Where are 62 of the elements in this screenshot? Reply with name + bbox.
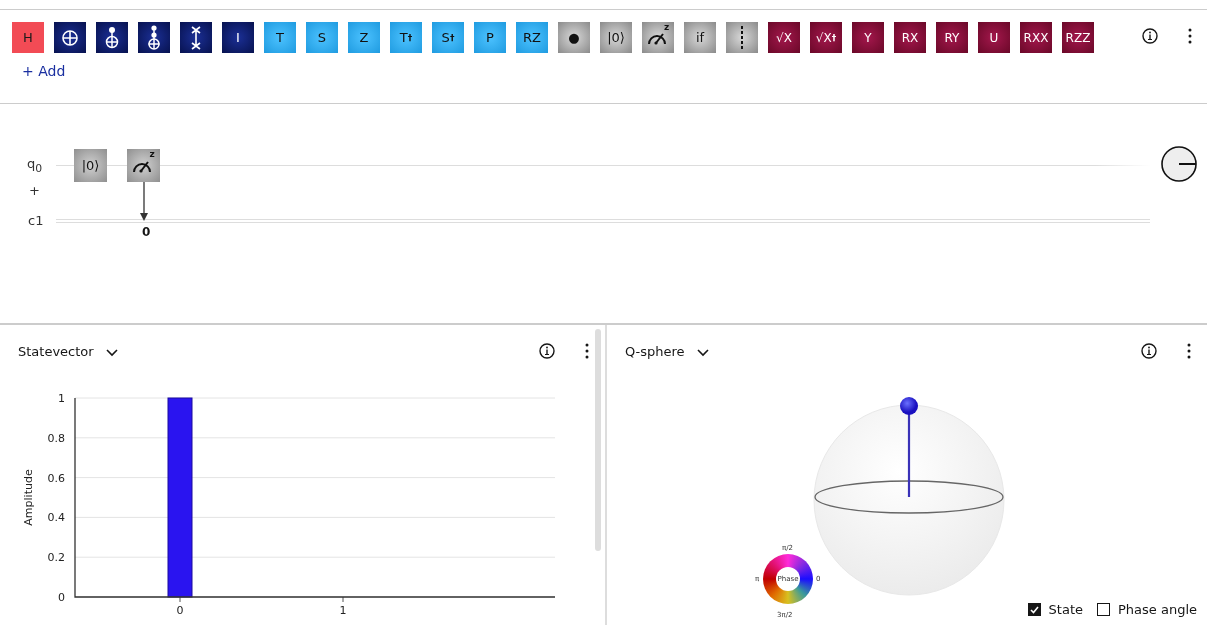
overflow-menu-icon[interactable] [1187, 343, 1191, 359]
expand-label[interactable]: + [29, 183, 40, 198]
gate-button[interactable]: U [978, 22, 1010, 53]
gate-button[interactable]: √X [768, 22, 800, 53]
checkbox[interactable]: State [1027, 602, 1083, 617]
info-icon[interactable] [539, 343, 555, 359]
tick-label: 1 [339, 604, 347, 617]
gate-button[interactable] [138, 22, 170, 53]
gate-button[interactable]: Y [852, 22, 884, 53]
tick-label: 0.2 [47, 551, 65, 565]
scrollbar[interactable] [595, 329, 601, 551]
gate-button[interactable]: S$^{†}$ [432, 22, 464, 53]
gate-button[interactable]: RZZ [1062, 22, 1094, 53]
gate-button[interactable]: |0⟩ [600, 22, 632, 53]
bit-label: 0 [142, 225, 151, 239]
qubit-label: q$_{0}$ [27, 156, 43, 175]
tick-label: 0.6 [47, 471, 65, 485]
tick-label: 0.4 [47, 511, 65, 525]
double-controlled-target-icon [147, 24, 161, 51]
axis-title: Amplitude [22, 469, 35, 526]
overflow-menu-icon[interactable] [1188, 28, 1192, 44]
gate-button[interactable]: I [222, 22, 254, 53]
checkmark-icon [1029, 605, 1039, 614]
gate-button[interactable]: if [684, 22, 716, 53]
gate-button[interactable]: RY [936, 22, 968, 53]
gate-button[interactable]: ● [558, 22, 590, 53]
gate-button[interactable]: T [264, 22, 296, 53]
overflow-menu-icon[interactable] [585, 343, 589, 359]
gate-button[interactable] [54, 22, 86, 53]
arrow [139, 182, 149, 222]
gate-button[interactable]: P [474, 22, 506, 53]
chevron-down-icon[interactable] [105, 348, 118, 357]
info-icon[interactable] [1141, 343, 1157, 359]
swap-icon [190, 25, 202, 50]
reset-gate[interactable]: |0⟩ [74, 149, 107, 182]
gate-button[interactable] [726, 22, 758, 53]
gate-button[interactable] [96, 22, 128, 53]
gate-button[interactable] [180, 22, 212, 53]
dashed-line-icon [740, 25, 744, 50]
panel-title: Statevector [18, 343, 94, 359]
measurement-gate[interactable]: z [127, 149, 160, 182]
tick-label: 1 [58, 392, 65, 405]
gate-button[interactable]: H [12, 22, 44, 53]
checkbox[interactable]: Phase angle [1097, 602, 1197, 617]
target-icon [61, 28, 79, 47]
probability-gauge-icon [1159, 144, 1199, 184]
gate-button[interactable]: RX [894, 22, 926, 53]
gate-button[interactable]: RXX [1020, 22, 1052, 53]
info-icon[interactable] [1142, 28, 1158, 44]
panel-title: Q-sphere [625, 343, 685, 359]
gate-button[interactable]: T$^{†}$ [390, 22, 422, 53]
controlled-target-icon [105, 25, 119, 50]
classical-register-label: c1 [28, 213, 44, 228]
gate-button[interactable]: S [306, 22, 338, 53]
add-link[interactable]: + Add [12, 63, 66, 79]
gate-button[interactable]: RZ [516, 22, 548, 53]
gate-button[interactable]: z [642, 22, 674, 53]
gate-button[interactable]: Z [348, 22, 380, 53]
tick-label: 0 [58, 591, 65, 604]
chevron-down-icon[interactable] [696, 348, 709, 357]
tick-label: 0 [176, 604, 184, 617]
tick-label: 0.8 [47, 431, 65, 445]
